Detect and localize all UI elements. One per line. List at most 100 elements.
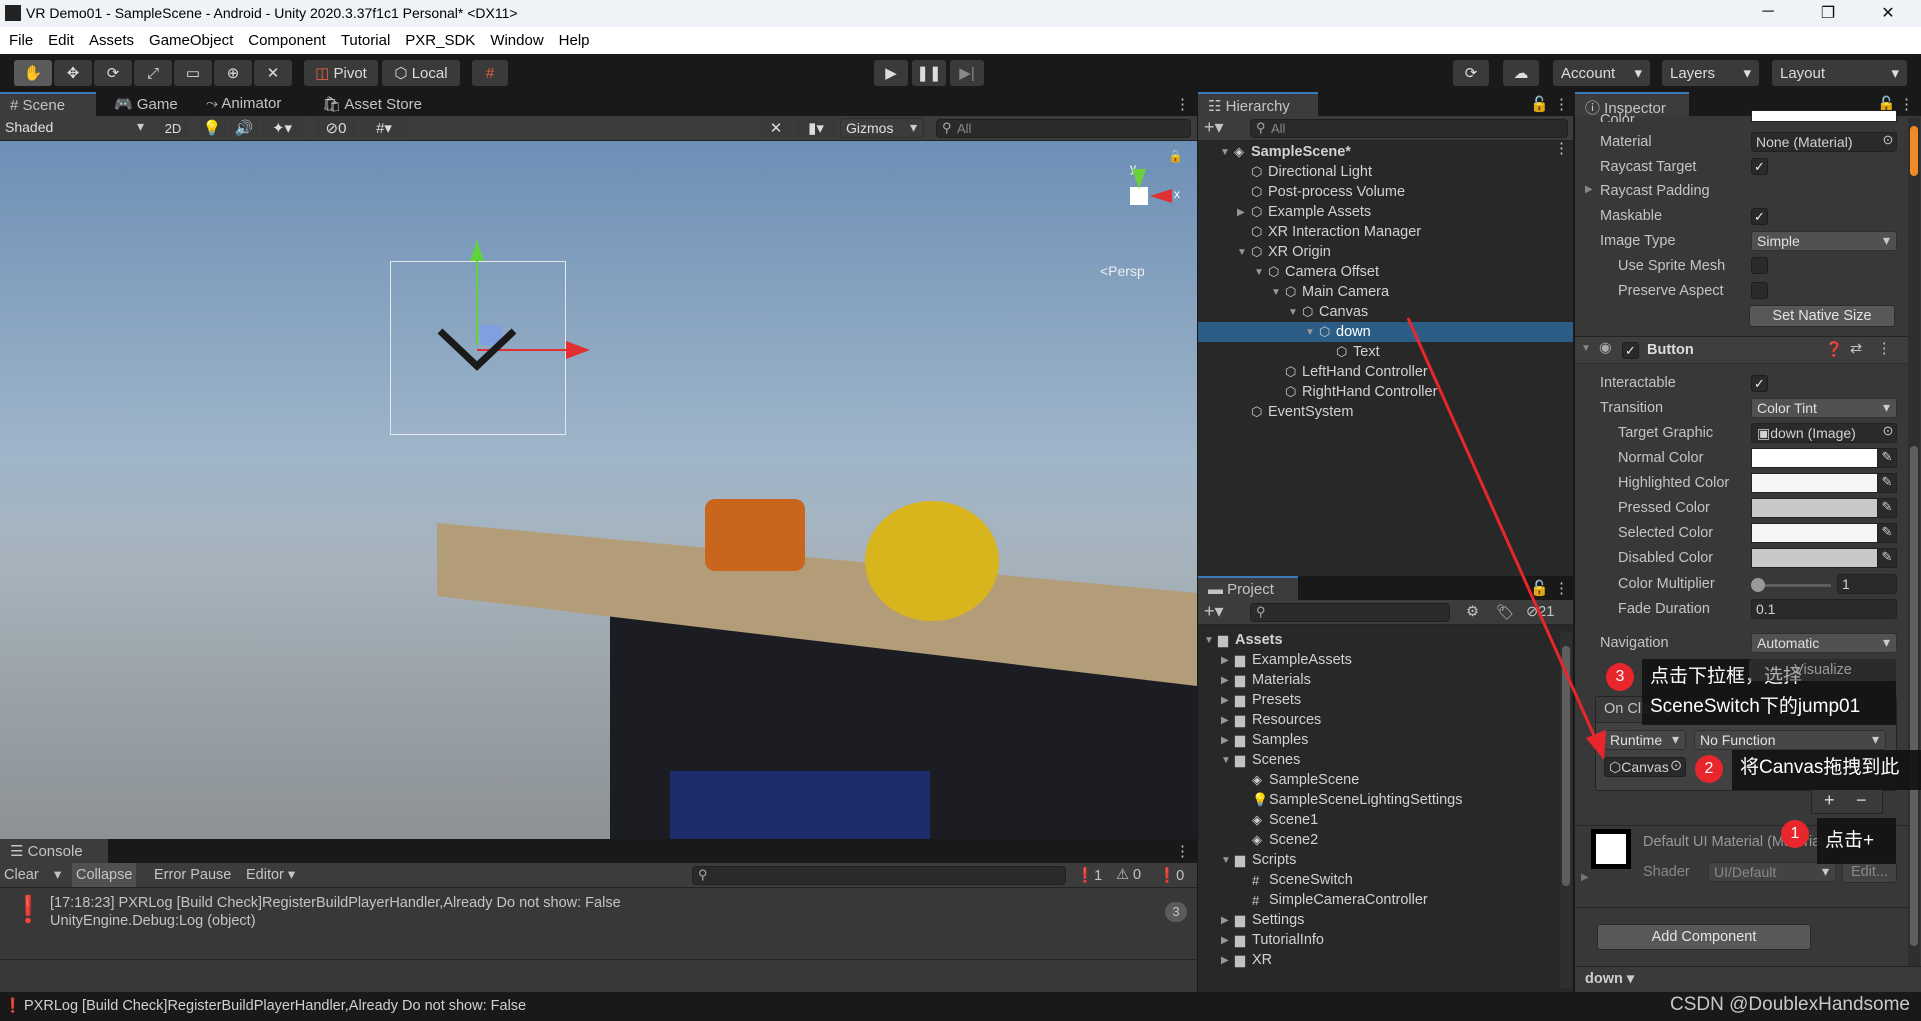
expanded-arrow-icon[interactable]: ▼	[1254, 267, 1268, 278]
tree-item[interactable]: ▶ ▆ ExampleAssets	[1198, 650, 1560, 670]
gizmos-dropdown[interactable]: Gizmos	[840, 118, 924, 138]
preview-object-dropdown[interactable]: down ▾	[1585, 971, 1634, 987]
more-icon[interactable]: ⋮	[1175, 842, 1190, 860]
normal-color-swatch[interactable]	[1751, 448, 1897, 468]
more-icon[interactable]: ⋮	[1554, 95, 1569, 113]
tree-item[interactable]: # SimpleCameraController	[1198, 890, 1560, 910]
lock-icon[interactable]: 🔒	[1168, 149, 1183, 163]
console-search-input[interactable]	[692, 866, 1066, 885]
more-icon[interactable]: ⋮	[1175, 95, 1190, 113]
collapsed-arrow-icon[interactable]: ▶	[1221, 715, 1235, 726]
error-filter-toggle[interactable]: ❗0	[1158, 867, 1184, 884]
maskable-checkbox[interactable]: ✓	[1751, 208, 1768, 225]
collapsed-arrow-icon[interactable]: ▶	[1221, 935, 1235, 946]
tab-console[interactable]: ☰ Console	[0, 839, 108, 863]
2d-toggle[interactable]: 2D	[158, 118, 188, 138]
eyedropper-icon[interactable]: ✎	[1877, 548, 1897, 568]
pause-button[interactable]: ❚❚	[912, 60, 946, 86]
expanded-arrow-icon[interactable]: ▼	[1305, 327, 1319, 338]
color-multiplier-slider-thumb[interactable]	[1751, 578, 1765, 592]
expanded-arrow-icon[interactable]: ▼	[1271, 287, 1285, 298]
create-button[interactable]: +▾	[1204, 601, 1224, 622]
console-entry[interactable]: ❗ [17:18:23] PXRLog [Build Check]Registe…	[0, 890, 1197, 938]
close-button[interactable]: ✕	[1868, 3, 1908, 23]
expanded-arrow-icon[interactable]: ▼	[1237, 247, 1251, 258]
expand-arrow-icon[interactable]: ▶	[1581, 872, 1589, 883]
use-sprite-mesh-checkbox[interactable]	[1751, 257, 1768, 274]
hierarchy-search-input[interactable]: All	[1250, 119, 1568, 138]
cloud-icon[interactable]: ☁	[1503, 60, 1539, 86]
tree-item[interactable]: ⬡ XR Interaction Manager	[1198, 222, 1573, 242]
lock-icon[interactable]: 🔓	[1530, 95, 1549, 113]
object-picker-icon[interactable]: ⊙	[1878, 423, 1898, 443]
gizmo-y-cone[interactable]	[1132, 169, 1146, 189]
custom-tool-button[interactable]: ✕	[254, 60, 292, 86]
collapsed-arrow-icon[interactable]: ▶	[1221, 735, 1235, 746]
grid-snap-button[interactable]: #	[472, 60, 508, 86]
eyedropper-icon[interactable]: ✎	[1877, 448, 1897, 468]
object-picker-icon[interactable]: ⊙	[1878, 132, 1898, 152]
selected-color-swatch[interactable]	[1751, 523, 1897, 543]
transition-dropdown[interactable]: Color Tint	[1751, 398, 1897, 418]
tab-project[interactable]: ▬ Project	[1198, 576, 1298, 600]
collapsed-arrow-icon[interactable]: ▶	[1221, 955, 1235, 966]
tree-item[interactable]: ⬡ Post-process Volume	[1198, 182, 1573, 202]
layout-dropdown[interactable]: Layout ▾	[1772, 60, 1907, 86]
shader-dropdown[interactable]: UI/Default	[1708, 862, 1836, 882]
status-message[interactable]: PXRLog [Build Check]RegisterBuildPlayerH…	[24, 998, 526, 1014]
tree-item[interactable]: # SceneSwitch	[1198, 870, 1560, 890]
navigation-dropdown[interactable]: Automatic	[1751, 633, 1897, 653]
eyedropper-icon[interactable]: ✎	[1877, 498, 1897, 518]
scene-search-input[interactable]: All	[936, 119, 1191, 138]
object-picker-icon[interactable]: ⊙	[1670, 758, 1682, 774]
projection-label[interactable]: <Persp	[1100, 263, 1145, 279]
tree-item[interactable]: ⬡ LeftHand Controller	[1198, 362, 1573, 382]
gizmo-center[interactable]	[1130, 187, 1148, 205]
maximize-button[interactable]: ❐	[1808, 3, 1848, 23]
tree-item[interactable]: ▼ ◈ SampleScene*	[1198, 142, 1573, 162]
tab-scene[interactable]: # Scene	[0, 92, 96, 116]
gizmo-x-cone[interactable]	[1150, 189, 1172, 203]
pivot-toggle[interactable]: ◫ Pivot	[304, 60, 378, 86]
tree-item[interactable]: ⬡ EventSystem	[1198, 402, 1573, 422]
minimize-button[interactable]: ─	[1748, 3, 1788, 21]
tree-item[interactable]: ⬡ RightHand Controller	[1198, 382, 1573, 402]
presets-icon[interactable]: ⇄	[1850, 341, 1862, 357]
tree-item[interactable]: ▶ ▆ Presets	[1198, 690, 1560, 710]
rect-tool-button[interactable]: ▭	[174, 60, 212, 86]
button-component-header[interactable]: ▼ ◉ ✓ Button ❓ ⇄ ⋮	[1575, 336, 1908, 364]
tree-item[interactable]: ⬡ Directional Light	[1198, 162, 1573, 182]
tab-game[interactable]: 🎮 Game	[104, 92, 188, 116]
tree-item[interactable]: ◈ SampleScene	[1198, 770, 1560, 790]
collapsed-arrow-icon[interactable]: ▶	[1221, 695, 1235, 706]
preserve-aspect-checkbox[interactable]	[1751, 282, 1768, 299]
collapse-toggle[interactable]: Collapse	[72, 863, 137, 887]
more-icon[interactable]: ⋮	[1877, 341, 1892, 357]
eyedropper-icon[interactable]: ✎	[1877, 523, 1897, 543]
scene-viewport[interactable]: y x <Persp 🔒	[0, 141, 1197, 839]
tree-item[interactable]: ▼ ⬡ down	[1198, 322, 1573, 342]
shading-mode-dropdown[interactable]: Shaded	[0, 118, 150, 138]
tree-item[interactable]: ▶ ▆ Samples	[1198, 730, 1560, 750]
add-component-button[interactable]: Add Component	[1597, 924, 1811, 950]
more-icon[interactable]: ⋮	[1899, 95, 1914, 113]
local-toggle[interactable]: ⬡ Local	[382, 60, 460, 86]
lighting-icon[interactable]: 💡	[198, 118, 226, 138]
edit-shader-button[interactable]: Edit...	[1842, 861, 1897, 883]
collapsed-arrow-icon[interactable]: ▶	[1221, 915, 1235, 926]
menu-component[interactable]: Component	[239, 27, 332, 49]
step-button[interactable]: ▶|	[950, 60, 984, 86]
menu-window[interactable]: Window	[481, 27, 549, 49]
hand-tool-button[interactable]: ✋	[14, 60, 52, 86]
color-multiplier-slider-track[interactable]	[1755, 584, 1831, 587]
editor-dropdown[interactable]: Editor ▾	[246, 867, 295, 883]
transform-tool-button[interactable]: ⊕	[214, 60, 252, 86]
add-event-button[interactable]: +	[1824, 790, 1835, 811]
menu-file[interactable]: File	[0, 27, 39, 49]
expanded-arrow-icon[interactable]: ▼	[1221, 755, 1235, 766]
log-filter-toggle[interactable]: ❗1	[1076, 867, 1102, 884]
more-icon[interactable]: ⋮	[1554, 139, 1569, 157]
color-multiplier-input[interactable]: 1	[1837, 574, 1897, 594]
interactable-checkbox[interactable]: ✓	[1751, 375, 1768, 392]
menu-help[interactable]: Help	[550, 27, 596, 49]
